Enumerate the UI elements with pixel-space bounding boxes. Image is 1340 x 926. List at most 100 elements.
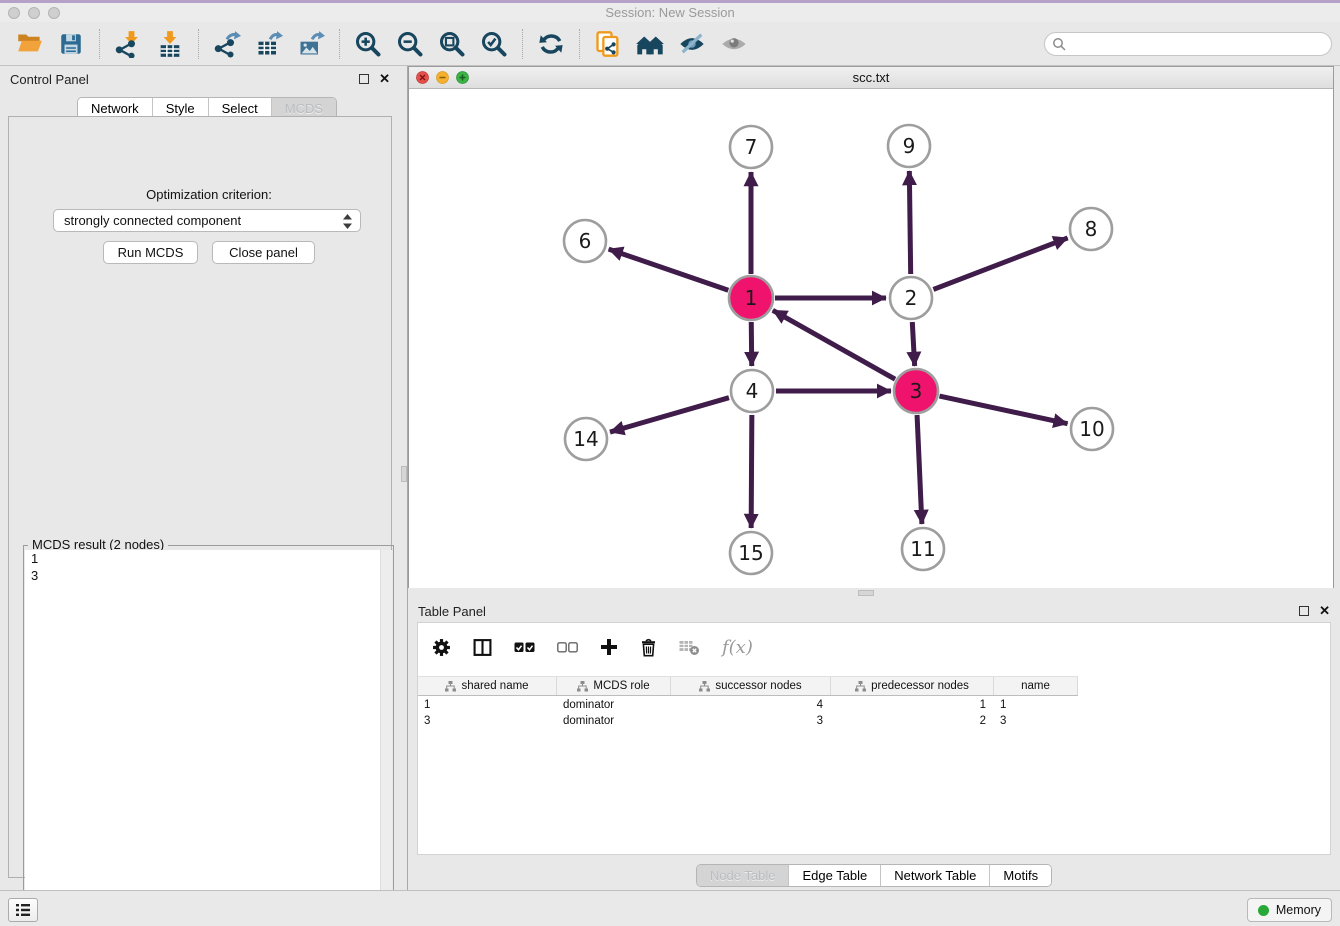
network-graph[interactable]: 7 9 6 8 1 2 4 3 14 10 15 11 xyxy=(409,89,1333,588)
node-label: 1 xyxy=(745,286,758,310)
graph-node-9[interactable]: 9 xyxy=(888,125,930,167)
column-header-successor-nodes[interactable]: successor nodes xyxy=(671,677,831,695)
tab-network-table[interactable]: Network Table xyxy=(880,865,989,886)
zoom-fit-button[interactable] xyxy=(436,28,468,60)
refresh-view-button[interactable] xyxy=(535,28,567,60)
houses-icon xyxy=(635,30,665,58)
function-builder-button[interactable]: f(x) xyxy=(722,637,753,658)
open-session-button[interactable] xyxy=(13,28,45,60)
column-header-label: name xyxy=(1021,680,1050,692)
graph-node-15[interactable]: 15 xyxy=(730,532,772,574)
import-table-button[interactable] xyxy=(154,28,186,60)
graph-node-10[interactable]: 10 xyxy=(1071,408,1113,450)
delete-row-button[interactable] xyxy=(640,638,657,657)
edge-2-3[interactable] xyxy=(912,322,914,366)
node-table-container: f(x) shared nameMCDS role successor nodes… xyxy=(417,622,1331,855)
add-row-button[interactable] xyxy=(600,638,618,656)
graph-node-2[interactable]: 2 xyxy=(890,277,932,319)
node-label: 11 xyxy=(910,537,935,561)
node-label: 4 xyxy=(746,379,759,403)
vertical-splitter[interactable] xyxy=(400,66,408,890)
split-panel-button[interactable] xyxy=(473,638,492,657)
show-all-button[interactable] xyxy=(718,28,750,60)
optimization-select[interactable]: strongly connected component xyxy=(53,209,361,232)
column-header-MCDS-role[interactable]: MCDS role xyxy=(557,677,671,695)
delete-table-button[interactable] xyxy=(679,639,700,656)
import-network-button[interactable] xyxy=(112,28,144,60)
first-neighbors-button[interactable] xyxy=(592,28,624,60)
table-cell: 3 xyxy=(994,713,1078,729)
node-label: 15 xyxy=(738,541,763,565)
export-image-button[interactable] xyxy=(295,28,327,60)
zoom-in-button[interactable] xyxy=(352,28,384,60)
save-session-button[interactable] xyxy=(55,28,87,60)
search-field-wrap xyxy=(1044,32,1332,56)
network-window-title: scc.txt xyxy=(409,70,1333,85)
node-label: 7 xyxy=(745,135,758,159)
column-header-label: successor nodes xyxy=(715,680,801,692)
float-panel-icon[interactable] xyxy=(359,74,369,84)
horizontal-splitter[interactable] xyxy=(408,588,1340,598)
column-type-icon xyxy=(855,681,866,692)
refresh-icon xyxy=(537,30,565,58)
graph-node-11[interactable]: 11 xyxy=(902,528,944,570)
zoom-out-button[interactable] xyxy=(394,28,426,60)
close-panel-button[interactable]: Close panel xyxy=(212,241,315,264)
float-panel-icon[interactable] xyxy=(1299,606,1309,616)
column-header-name[interactable]: name xyxy=(994,677,1078,695)
graph-node-4[interactable]: 4 xyxy=(731,370,773,412)
hide-selected-button[interactable] xyxy=(676,28,708,60)
table-settings-button[interactable] xyxy=(432,638,451,657)
graph-node-6[interactable]: 6 xyxy=(564,220,606,262)
edge-2-9[interactable] xyxy=(909,171,910,274)
edge-3-11[interactable] xyxy=(917,415,922,524)
search-input[interactable] xyxy=(1044,32,1332,56)
select-all-columns-button[interactable] xyxy=(514,641,535,654)
column-header-shared-name[interactable]: shared name xyxy=(418,677,557,695)
mcds-result-textarea[interactable]: 13 xyxy=(25,550,392,925)
graph-node-1[interactable]: 1 xyxy=(729,276,773,320)
run-mcds-button[interactable]: Run MCDS xyxy=(103,241,198,264)
export-table-button[interactable] xyxy=(253,28,285,60)
table-row[interactable]: 3dominator323 xyxy=(418,713,1078,729)
mcds-result-scrollbar[interactable] xyxy=(380,550,392,925)
network-window-titlebar[interactable]: scc.txt xyxy=(409,67,1333,89)
network-canvas[interactable]: 7 9 6 8 1 2 4 3 14 10 15 11 xyxy=(409,89,1333,588)
tab-edge-table[interactable]: Edge Table xyxy=(788,865,880,886)
edge-3-1[interactable] xyxy=(773,310,895,379)
delete-table-icon xyxy=(679,639,700,656)
edge-3-10[interactable] xyxy=(939,396,1067,424)
tab-motifs[interactable]: Motifs xyxy=(989,865,1051,886)
split-panel-icon xyxy=(473,638,492,657)
edge-4-14[interactable] xyxy=(610,398,729,432)
graph-node-7[interactable]: 7 xyxy=(730,126,772,168)
mcds-result-lines: 13 xyxy=(25,550,392,584)
table-row[interactable]: 1dominator411 xyxy=(418,697,1078,713)
close-panel-icon[interactable]: ✕ xyxy=(379,74,390,84)
mcds-result-line: 1 xyxy=(25,550,392,567)
import-table-icon xyxy=(156,30,184,58)
table-panel-title: Table Panel xyxy=(418,604,486,619)
table-cell: 4 xyxy=(671,697,831,713)
tab-node-table[interactable]: Node Table xyxy=(697,865,789,886)
home-view-button[interactable] xyxy=(634,28,666,60)
edge-4-15[interactable] xyxy=(751,415,752,528)
edge-1-6[interactable] xyxy=(609,249,729,290)
node-label: 8 xyxy=(1085,217,1098,241)
select-stepper-icon xyxy=(343,214,352,229)
close-panel-icon[interactable]: ✕ xyxy=(1319,606,1330,616)
column-header-predecessor-nodes[interactable]: predecessor nodes xyxy=(831,677,994,695)
zoom-selected-button[interactable] xyxy=(478,28,510,60)
task-history-button[interactable] xyxy=(8,898,38,922)
horizontal-splitter-handle[interactable] xyxy=(858,590,874,596)
deselect-all-columns-button[interactable] xyxy=(557,641,578,654)
toolbar-separator xyxy=(339,29,340,59)
memory-button[interactable]: Memory xyxy=(1247,898,1332,922)
vertical-splitter-handle[interactable] xyxy=(401,466,407,482)
graph-node-14[interactable]: 14 xyxy=(565,418,607,460)
import-network-icon xyxy=(114,30,142,58)
export-network-button[interactable] xyxy=(211,28,243,60)
edge-2-8[interactable] xyxy=(933,238,1067,289)
graph-node-8[interactable]: 8 xyxy=(1070,208,1112,250)
graph-node-3[interactable]: 3 xyxy=(894,369,938,413)
